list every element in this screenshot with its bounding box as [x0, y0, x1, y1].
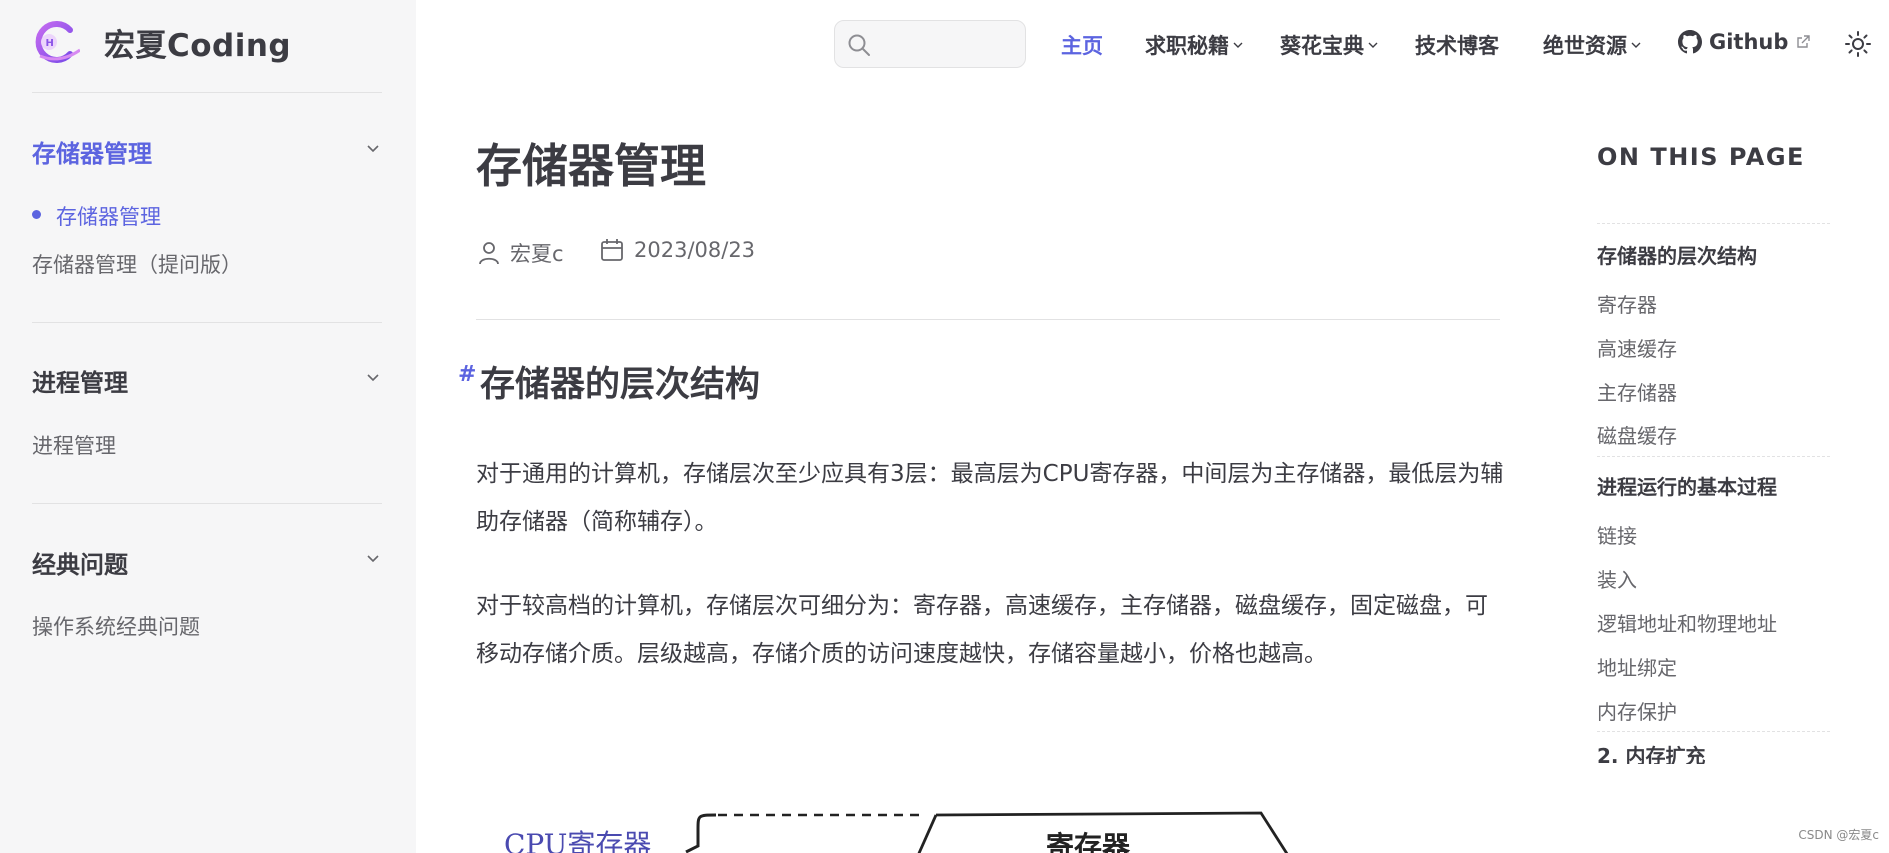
- nav-resources-menu[interactable]: 绝世资源: [1543, 30, 1642, 60]
- toc-link[interactable]: 地址绑定: [1597, 652, 1677, 681]
- article-date: 2023/08/23: [600, 238, 755, 262]
- toc-link[interactable]: 寄存器: [1597, 289, 1657, 318]
- chevron-down-icon: [1631, 42, 1641, 48]
- page-title: 存储器管理: [476, 139, 706, 193]
- toc-link-label: 2. 内存扩充: [1597, 744, 1706, 764]
- chevron-down-icon[interactable]: [366, 551, 380, 565]
- chevron-down-icon: [1368, 42, 1378, 48]
- search-input[interactable]: [834, 20, 1026, 68]
- chevron-down-icon[interactable]: [366, 370, 380, 384]
- user-icon: [479, 242, 499, 265]
- toc-divider: [1597, 731, 1830, 732]
- sidebar-divider: [32, 322, 382, 323]
- toc-link[interactable]: 链接: [1597, 520, 1637, 549]
- toc-title: ON THIS PAGE: [1597, 143, 1805, 171]
- sidebar: H 宏夏Coding 存储器管理 存储器管理 存储器管理（提问版） 进程管理 进…: [0, 0, 416, 853]
- watermark: CSDN @宏夏c: [1798, 828, 1879, 842]
- svg-text:H: H: [46, 38, 54, 49]
- nav-kuihua-label: 葵花宝典: [1280, 34, 1364, 58]
- nav-resources-label: 绝世资源: [1543, 34, 1627, 58]
- sidebar-divider: [32, 503, 382, 504]
- site-logo-link[interactable]: H 宏夏Coding: [30, 18, 291, 66]
- nav-home[interactable]: 主页: [1061, 30, 1103, 60]
- toc-link[interactable]: 2. 内存扩充: [1597, 740, 1837, 764]
- search-icon: [848, 34, 870, 56]
- toc-divider: [1597, 456, 1830, 457]
- active-indicator-dot: [32, 210, 41, 219]
- toc-link[interactable]: 进程运行的基本过程: [1597, 471, 1777, 500]
- nav-job-menu[interactable]: 求职秘籍: [1145, 30, 1244, 60]
- sidebar-item-classic-problems[interactable]: 操作系统经典问题: [32, 611, 200, 641]
- author-name: 宏夏c: [510, 242, 564, 266]
- github-icon: [1678, 30, 1702, 54]
- toc-link[interactable]: 装入: [1597, 564, 1637, 593]
- paragraph: 对于通用的计算机，存储层次至少应具有3层：最高层为CPU寄存器，中间层为主存储器…: [476, 461, 1504, 535]
- theme-toggle-sun-icon[interactable]: [1844, 30, 1872, 58]
- sidebar-divider: [32, 92, 382, 93]
- sidebar-group-storage[interactable]: 存储器管理: [32, 134, 152, 169]
- site-title: 宏夏Coding: [104, 27, 292, 64]
- paragraph: 对于较高档的计算机，存储层次可细分为：寄存器，高速缓存，主存储器，磁盘缓存，固定…: [476, 593, 1488, 667]
- toc-divider: [1597, 223, 1830, 224]
- sidebar-group-process[interactable]: 进程管理: [32, 363, 128, 398]
- sidebar-item-process-management[interactable]: 进程管理: [32, 430, 116, 460]
- nav-blog-label: 技术博客: [1415, 34, 1499, 58]
- content-divider: [476, 319, 1500, 320]
- figure-label-cpu: CPU寄存器: [504, 828, 651, 853]
- toc-link[interactable]: 高速缓存: [1597, 333, 1677, 362]
- sidebar-group-classic[interactable]: 经典问题: [32, 545, 128, 580]
- chevron-down-icon: [1233, 42, 1243, 48]
- nav-github-link[interactable]: Github: [1678, 30, 1811, 54]
- nav-job-label: 求职秘籍: [1145, 34, 1229, 58]
- toc-link[interactable]: 存储器的层次结构: [1597, 240, 1757, 269]
- heading-anchor-link[interactable]: #: [458, 362, 476, 387]
- figure-label-register: 寄存器: [1046, 830, 1131, 853]
- sidebar-item-storage-management[interactable]: 存储器管理: [56, 201, 161, 231]
- toc-link[interactable]: 磁盘缓存: [1597, 420, 1677, 449]
- article-author: 宏夏c: [478, 238, 564, 268]
- sidebar-item-storage-management-qa[interactable]: 存储器管理（提问版）: [32, 249, 242, 279]
- storage-hierarchy-figure: CPU寄存器 寄存器: [476, 800, 1376, 853]
- calendar-icon: [601, 239, 623, 261]
- nav-blog[interactable]: 技术博客: [1415, 30, 1499, 60]
- chevron-down-icon[interactable]: [366, 141, 380, 155]
- nav-kuihua-menu[interactable]: 葵花宝典: [1280, 30, 1379, 60]
- toc-link[interactable]: 逻辑地址和物理地址: [1597, 608, 1777, 637]
- section-heading: 存储器的层次结构: [480, 365, 761, 405]
- logo-icon: H: [30, 18, 81, 66]
- external-link-icon: [1797, 35, 1811, 48]
- nav-github-label: Github: [1709, 30, 1789, 54]
- publish-date: 2023/08/23: [634, 238, 756, 262]
- toc-link[interactable]: 主存储器: [1597, 377, 1677, 406]
- nav-home-label: 主页: [1061, 34, 1103, 58]
- toc-link[interactable]: 内存保护: [1597, 696, 1677, 725]
